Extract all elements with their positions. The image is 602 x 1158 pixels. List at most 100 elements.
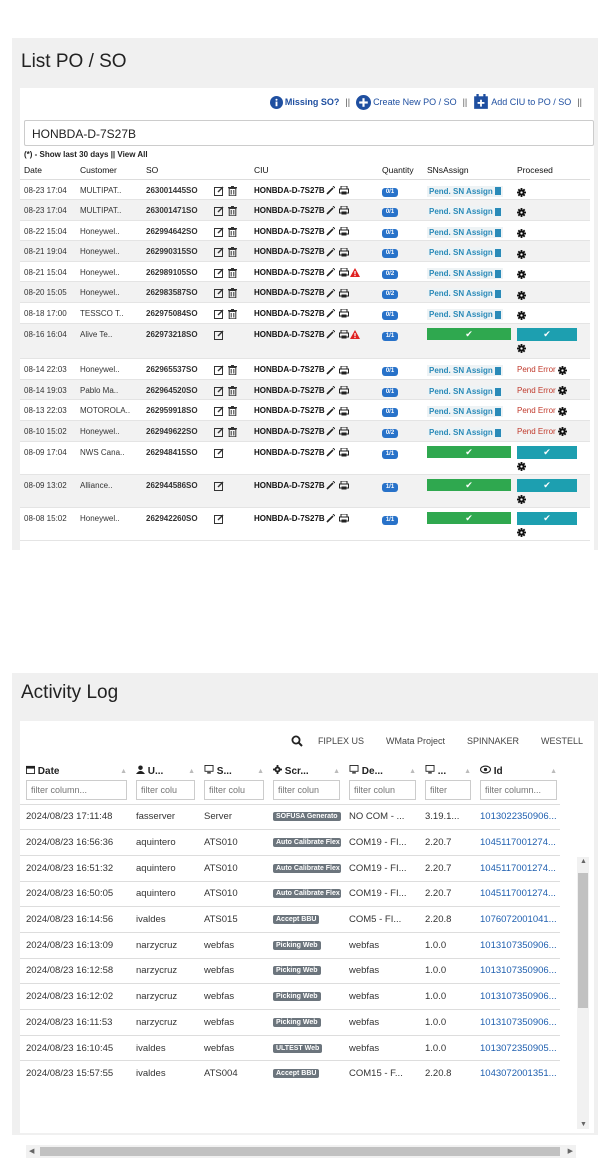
sort-icon[interactable]: ▲ [120,768,127,775]
print-icon[interactable] [338,330,349,339]
col-version-header[interactable]: ... ▲ [419,765,474,780]
sort-icon[interactable]: ▲ [409,768,416,775]
activity-id-link[interactable]: 1045117001274... [480,888,556,899]
scroll-up-icon[interactable]: ▲ [580,858,587,865]
magic-wand-icon[interactable] [326,513,335,523]
edit-icon[interactable] [214,386,224,396]
activity-row[interactable]: 2024/08/23 16:14:56 ivaldes ATS015 Accept B… [20,906,560,933]
filter-user-input[interactable] [136,780,195,801]
pend-sn-assign-button[interactable]: Pend. SN Assign [427,365,503,377]
missing-so-link[interactable]: Missing SO? [269,95,339,109]
edit-icon[interactable] [214,514,224,524]
filter-date-input[interactable] [26,780,127,801]
activity-row[interactable]: 2024/08/23 17:11:48 fasserver Server SOFUSA… [20,803,560,830]
vertical-scroll-thumb[interactable] [578,873,588,1008]
trash-icon[interactable] [228,226,237,237]
print-icon[interactable] [338,185,349,195]
pend-sn-assign-button[interactable]: Pend. SN Assign [427,185,503,197]
trash-icon[interactable] [228,406,237,417]
edit-icon[interactable] [214,186,224,196]
activity-row[interactable]: 2024/08/23 16:11:53 narzycruz webfas Pickin… [20,1009,560,1036]
print-icon[interactable] [338,480,349,490]
trash-icon[interactable] [228,365,237,376]
filter-fiplex-us[interactable]: FIPLEX US [318,736,364,746]
magic-wand-icon[interactable] [326,268,335,277]
ciu-search-input[interactable]: HONBDA-D-7S27B [24,120,594,146]
horizontal-scroll-thumb[interactable] [40,1147,560,1156]
gear-icon[interactable] [517,344,526,354]
gear-icon[interactable] [517,208,526,218]
pend-sn-assign-button[interactable]: Pend. SN Assign [427,309,503,321]
edit-icon[interactable] [214,481,224,491]
filter-screen-input[interactable] [273,780,340,801]
edit-icon[interactable] [214,406,224,417]
col-date-header[interactable]: Date ▲ [20,765,130,780]
activity-id-link[interactable]: 1013072350905... [480,1043,557,1054]
gear-icon[interactable] [517,270,526,280]
activity-row[interactable]: 2024/08/23 16:10:45 ivaldes webfas ULTEST W… [20,1034,560,1061]
gear-icon[interactable] [557,427,567,437]
gear-icon[interactable] [517,249,526,259]
trash-icon[interactable] [228,309,237,320]
magic-wand-icon[interactable] [326,406,335,416]
magic-wand-icon[interactable] [326,206,335,216]
scroll-right-icon[interactable]: ▶ [568,1147,573,1155]
magic-wand-icon[interactable] [326,447,335,457]
activity-row[interactable]: 2024/08/23 15:57:55 ivaldes ATS004 Accept B… [20,1060,560,1087]
edit-icon[interactable] [214,309,224,320]
pend-sn-assign-button[interactable]: Pend. SN Assign [427,247,503,259]
activity-row[interactable]: 2024/08/23 16:50:05 aquintero ATS010 Auto C… [20,880,560,907]
scroll-left-icon[interactable]: ◀ [29,1147,34,1155]
activity-id-link[interactable]: 1043072001351... [480,1068,557,1079]
print-icon[interactable] [338,447,349,457]
trash-icon[interactable] [228,206,237,217]
activity-id-link[interactable]: 1013022350906... [480,811,557,822]
gear-icon[interactable] [517,461,526,471]
gear-icon[interactable] [517,229,526,239]
col-station-header[interactable]: S... ▲ [198,765,267,780]
col-device-header[interactable]: De... ▲ [343,765,419,780]
magic-wand-icon[interactable] [326,247,335,257]
activity-row[interactable]: 2024/08/23 16:51:32 aquintero ATS010 Auto C… [20,854,560,882]
print-icon[interactable] [338,268,349,277]
activity-id-link[interactable]: 1013107350906... [480,940,557,951]
filter-station-input[interactable] [204,780,264,801]
edit-icon[interactable] [214,247,224,258]
gear-icon[interactable] [517,311,526,321]
sort-icon[interactable]: ▲ [464,768,471,775]
activity-id-link[interactable]: 1045117001274... [480,863,556,874]
magic-wand-icon[interactable] [326,227,335,236]
magic-wand-icon[interactable] [326,288,335,298]
edit-icon[interactable] [214,288,224,299]
filter-spinnaker[interactable]: SPINNAKER [467,736,519,746]
activity-id-link[interactable]: 1013107350906... [480,965,557,976]
gear-icon[interactable] [557,386,567,396]
trash-icon[interactable] [228,426,237,437]
gear-icon[interactable] [517,187,526,197]
gear-icon[interactable] [557,365,567,375]
vertical-scrollbar[interactable]: ▲ ▼ [577,857,589,1129]
gear-icon[interactable] [557,406,567,416]
trash-icon[interactable] [228,288,237,299]
pend-sn-assign-button[interactable]: Pend. SN Assign [427,206,503,218]
print-icon[interactable] [338,247,349,257]
activity-id-link[interactable]: 1045117001274... [480,837,556,848]
edit-icon[interactable] [214,427,224,437]
pend-sn-assign-button[interactable]: Pend. SN Assign [427,226,503,238]
pend-sn-assign-button[interactable]: Pend. SN Assign [427,385,503,397]
sort-icon[interactable]: ▲ [188,768,195,775]
gear-icon[interactable] [517,494,526,504]
filter-device-input[interactable] [349,780,416,801]
trash-icon[interactable] [228,185,237,196]
magic-wand-icon[interactable] [326,309,335,319]
col-id-header[interactable]: Id ▲ [474,765,560,780]
search-icon[interactable] [291,735,303,747]
magic-wand-icon[interactable] [326,427,335,436]
trash-icon[interactable] [228,385,237,396]
filter-wmata-project[interactable]: WMata Project [386,736,445,746]
magic-wand-icon[interactable] [326,185,335,195]
print-icon[interactable] [338,206,349,215]
col-user-header[interactable]: U... ▲ [130,765,198,780]
sort-icon[interactable]: ▲ [333,768,340,775]
magic-wand-icon[interactable] [326,386,335,395]
